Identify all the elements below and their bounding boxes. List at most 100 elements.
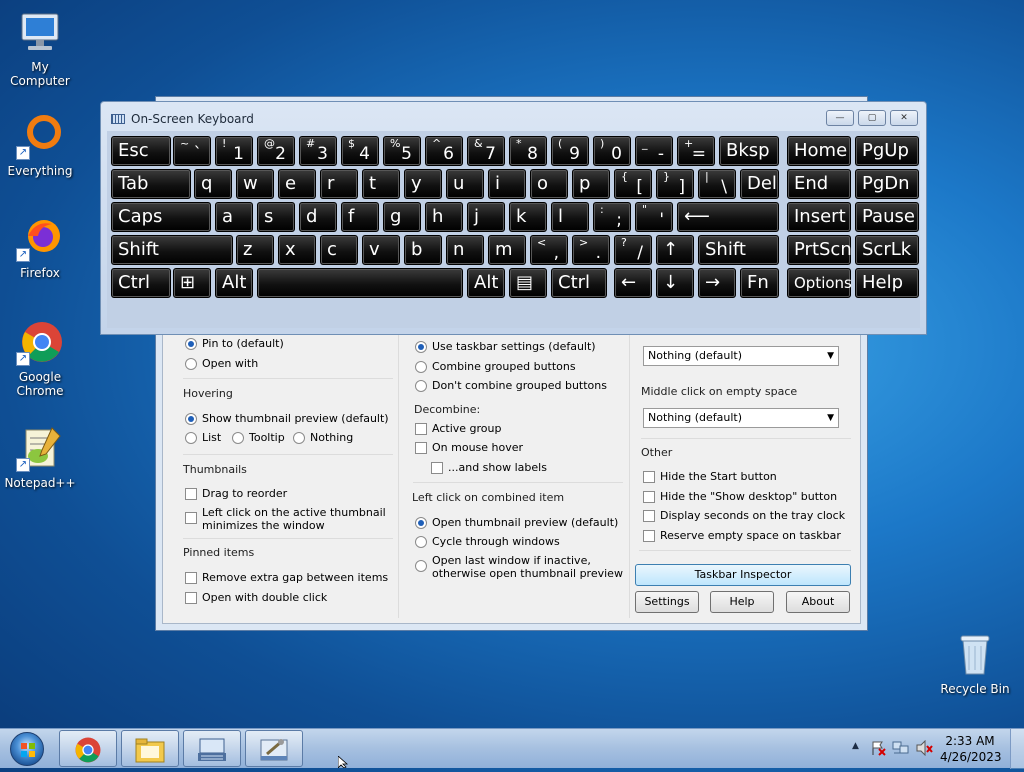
key-4-9[interactable]: →	[698, 268, 736, 298]
show-hidden-icons-chevron[interactable]: ▲	[852, 741, 859, 751]
key-1-5[interactable]: t	[362, 169, 400, 199]
pin-to-option[interactable]: Pin to (default)	[185, 337, 284, 350]
key-2-1[interactable]: a	[215, 202, 253, 232]
help-button[interactable]: Help	[710, 591, 774, 613]
key-3-0[interactable]: Shift	[111, 235, 233, 265]
key-0-1[interactable]: ~ `	[173, 136, 211, 166]
desktop-icon-notepadpp[interactable]: ↗ Notepad++	[0, 424, 80, 490]
key-3-6[interactable]: n	[446, 235, 484, 265]
start-button[interactable]	[4, 731, 50, 767]
key-4-12[interactable]: Help	[855, 268, 919, 298]
key-2-2[interactable]: s	[257, 202, 295, 232]
settings-button[interactable]: Settings	[635, 591, 699, 613]
key-0-3[interactable]: @2	[257, 136, 295, 166]
nothing-option[interactable]: Nothing	[293, 431, 353, 444]
key-3-13[interactable]: PrtScn	[787, 235, 852, 265]
key-1-2[interactable]: w	[236, 169, 274, 199]
key-1-14[interactable]: Del	[740, 169, 779, 199]
middle-click-combo[interactable]: Nothing (default) ▼	[643, 408, 839, 428]
on-mouse-hover-checkbox[interactable]: On mouse hover	[415, 441, 523, 454]
key-4-8[interactable]: ↓	[656, 268, 694, 298]
key-0-9[interactable]: * 8	[509, 136, 547, 166]
key-1-7[interactable]: u	[446, 169, 484, 199]
key-2-6[interactable]: h	[425, 202, 463, 232]
key-0-14[interactable]: Bksp	[719, 136, 779, 166]
key-2-13[interactable]: Insert	[787, 202, 851, 232]
and-show-labels-checkbox[interactable]: ...and show labels	[431, 461, 547, 474]
key-0-12[interactable]: _ -	[635, 136, 673, 166]
key-2-8[interactable]: k	[509, 202, 547, 232]
list-option[interactable]: List	[185, 431, 221, 444]
close-button[interactable]: ✕	[890, 110, 918, 126]
network-icon[interactable]	[892, 740, 910, 759]
key-3-7[interactable]: m	[488, 235, 526, 265]
drag-to-reorder-checkbox[interactable]: Drag to reorder	[185, 487, 287, 500]
desktop-icon-recycle-bin[interactable]: Recycle Bin	[935, 630, 1015, 696]
key-1-16[interactable]: PgDn	[855, 169, 919, 199]
key-1-0[interactable]: Tab	[111, 169, 191, 199]
action-center-flag-icon[interactable]	[870, 740, 886, 759]
key-0-15[interactable]: Home	[787, 136, 851, 166]
key-4-11[interactable]: Options	[787, 268, 852, 298]
key-2-11[interactable]: " '	[635, 202, 673, 232]
key-4-1[interactable]: ⊞	[173, 268, 211, 298]
key-1-13[interactable]: | \	[698, 169, 736, 199]
key-4-6[interactable]: Ctrl	[551, 268, 607, 298]
key-0-7[interactable]: ^ 6	[425, 136, 463, 166]
key-1-3[interactable]: e	[278, 169, 316, 199]
taskbar-osk-button[interactable]	[183, 730, 241, 767]
key-2-4[interactable]: f	[341, 202, 379, 232]
key-0-11[interactable]: ) 0	[593, 136, 631, 166]
key-1-9[interactable]: o	[530, 169, 568, 199]
key-3-10[interactable]: ? /	[614, 235, 652, 265]
key-2-5[interactable]: g	[383, 202, 421, 232]
key-2-0[interactable]: Caps	[111, 202, 211, 232]
show-desktop-button[interactable]	[1010, 729, 1024, 769]
show-thumbnail-option[interactable]: Show thumbnail preview (default)	[185, 412, 389, 425]
key-4-2[interactable]: Alt	[215, 268, 253, 298]
tooltip-option[interactable]: Tooltip	[232, 431, 285, 444]
key-0-13[interactable]: + =	[677, 136, 715, 166]
tray-clock[interactable]: 2:33 AM 4/26/2023	[940, 733, 1002, 765]
action-combo[interactable]: Nothing (default) ▼	[643, 346, 839, 366]
key-3-5[interactable]: b	[404, 235, 442, 265]
key-3-3[interactable]: c	[320, 235, 358, 265]
desktop-icon-google-chrome[interactable]: ↗ Google Chrome	[0, 318, 80, 398]
key-2-3[interactable]: d	[299, 202, 337, 232]
key-4-3[interactable]	[257, 268, 463, 298]
taskbar-tweaker-button[interactable]	[245, 730, 303, 767]
open-double-click-checkbox[interactable]: Open with double click	[185, 591, 327, 604]
key-2-9[interactable]: l	[551, 202, 589, 232]
desktop-icon-firefox[interactable]: ↗ Firefox	[0, 214, 80, 280]
open-with-option[interactable]: Open with	[185, 357, 258, 370]
key-1-11[interactable]: {[	[614, 169, 652, 199]
key-2-12[interactable]: ⟵	[677, 202, 779, 232]
open-last-window-option[interactable]: Open last window if inactive, otherwise o…	[415, 554, 623, 580]
key-4-4[interactable]: Alt	[467, 268, 505, 298]
key-0-0[interactable]: Esc	[111, 136, 171, 166]
cycle-windows-option[interactable]: Cycle through windows	[415, 535, 560, 548]
display-seconds-checkbox[interactable]: Display seconds on the tray clock	[643, 509, 845, 522]
key-4-0[interactable]: Ctrl	[111, 268, 171, 298]
key-1-1[interactable]: q	[194, 169, 232, 199]
key-4-10[interactable]: Fn	[740, 268, 779, 298]
minimize-button[interactable]: —	[826, 110, 854, 126]
key-0-4[interactable]: #3	[299, 136, 337, 166]
key-3-8[interactable]: <,	[530, 235, 568, 265]
key-3-2[interactable]: x	[278, 235, 316, 265]
key-4-5[interactable]: ▤	[509, 268, 547, 298]
key-2-14[interactable]: Pause	[855, 202, 919, 232]
key-3-11[interactable]: ↑	[656, 235, 694, 265]
remove-extra-gap-checkbox[interactable]: Remove extra gap between items	[185, 571, 388, 584]
key-1-4[interactable]: r	[320, 169, 358, 199]
key-0-16[interactable]: PgUp	[855, 136, 919, 166]
key-1-15[interactable]: End	[787, 169, 851, 199]
dont-combine-option[interactable]: Don't combine grouped buttons	[415, 379, 607, 392]
key-0-8[interactable]: & 7	[467, 136, 505, 166]
taskbar-chrome-button[interactable]	[59, 730, 117, 767]
taskbar-explorer-button[interactable]	[121, 730, 179, 767]
key-2-7[interactable]: j	[467, 202, 505, 232]
key-3-4[interactable]: v	[362, 235, 400, 265]
key-3-14[interactable]: ScrLk	[855, 235, 919, 265]
key-1-12[interactable]: }]	[656, 169, 694, 199]
